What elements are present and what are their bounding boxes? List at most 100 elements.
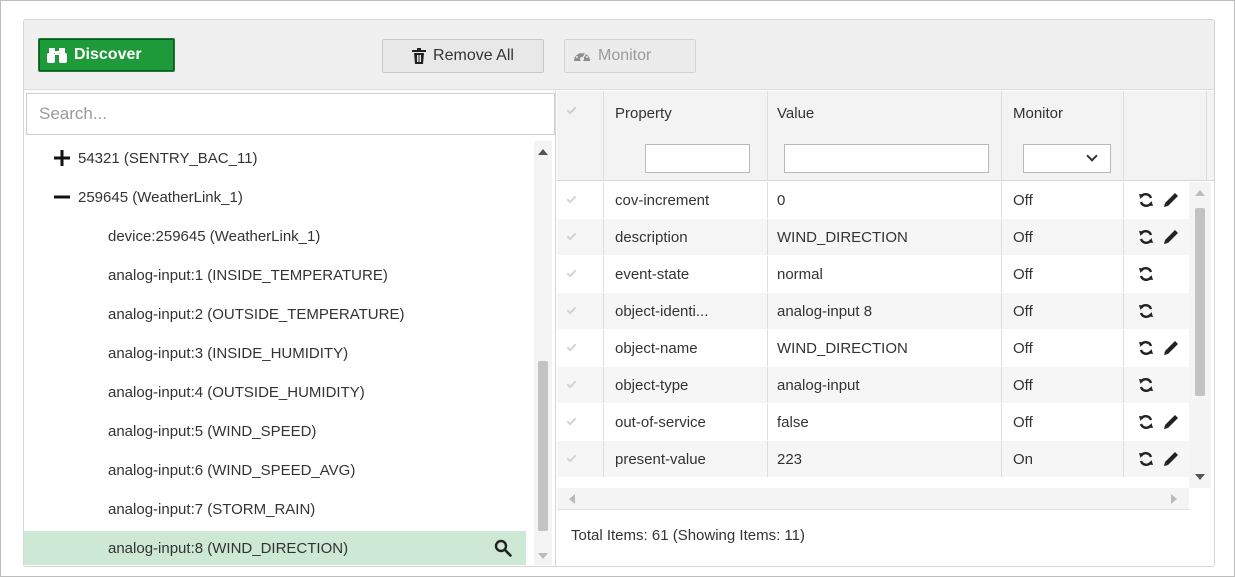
value-cell: analog-input 8 (777, 302, 873, 320)
tree-item[interactable]: device:259645 (WeatherLink_1) (24, 219, 526, 253)
refresh-icon[interactable] (1138, 330, 1154, 366)
binoculars-icon (47, 46, 67, 64)
dashboard-icon (573, 48, 591, 64)
table-row[interactable]: object-identi... analog-input 8 Off (557, 293, 1189, 329)
pencil-icon[interactable] (1163, 182, 1179, 218)
grid-horizontal-scrollbar[interactable] (557, 488, 1189, 510)
column-divider (1001, 367, 1002, 403)
tree-item[interactable]: analog-input:3 (INSIDE_HUMIDITY) (24, 336, 526, 370)
scroll-up-arrow[interactable] (1195, 190, 1205, 196)
scroll-up-arrow[interactable] (538, 149, 548, 155)
monitor-cell: Off (1013, 302, 1033, 320)
pencil-icon[interactable] (1163, 330, 1179, 366)
property-cell: object-type (615, 376, 689, 394)
refresh-icon[interactable] (1138, 256, 1154, 292)
tree-scrollbar[interactable] (534, 141, 552, 565)
monitor-column-header[interactable]: Monitor (1013, 105, 1063, 122)
row-check-icon[interactable] (566, 193, 577, 204)
scroll-down-arrow[interactable] (1195, 474, 1205, 480)
grid-header: Property Value Monitor (557, 91, 1214, 181)
monitor-button[interactable]: Monitor (564, 39, 696, 73)
property-cell: event-state (615, 265, 690, 283)
row-check-icon[interactable] (566, 452, 577, 463)
table-row[interactable]: object-type analog-input Off (557, 367, 1189, 403)
row-check-icon[interactable] (566, 415, 577, 426)
refresh-icon[interactable] (1138, 293, 1154, 329)
grid-vertical-scrollbar[interactable] (1189, 182, 1211, 488)
tree-item-label: analog-input:6 (WIND_SPEED_AVG) (108, 461, 356, 479)
table-row[interactable]: out-of-service false Off (557, 404, 1189, 440)
row-check-icon[interactable] (566, 304, 577, 315)
device-tree: 54321 (SENTRY_BAC_11) 259645 (WeatherLink… (24, 141, 536, 566)
column-divider (603, 404, 604, 440)
pencil-icon[interactable] (1163, 404, 1179, 440)
column-divider (1123, 293, 1124, 329)
refresh-icon[interactable] (1138, 441, 1154, 477)
column-divider (767, 441, 768, 477)
column-divider (1001, 441, 1002, 477)
tree-item-label: 54321 (SENTRY_BAC_11) (78, 149, 258, 167)
property-cell: description (615, 228, 688, 246)
property-cell: cov-increment (615, 191, 710, 209)
discover-button[interactable]: Discover (38, 38, 175, 72)
property-filter-input[interactable] (645, 144, 750, 173)
table-row[interactable]: event-state normal Off (557, 256, 1189, 292)
chevron-down-icon (1086, 150, 1098, 162)
search-input[interactable] (26, 93, 555, 135)
pencil-icon[interactable] (1163, 219, 1179, 255)
property-cell: object-name (615, 339, 698, 357)
column-divider (1123, 404, 1124, 440)
remove-all-button[interactable]: Remove All (382, 39, 544, 73)
refresh-icon[interactable] (1138, 219, 1154, 255)
scroll-left-arrow[interactable] (569, 494, 575, 504)
tree-item[interactable]: analog-input:4 (OUTSIDE_HUMIDITY) (24, 375, 526, 409)
monitor-filter-select[interactable] (1023, 144, 1111, 173)
table-row[interactable]: cov-increment 0 Off (557, 182, 1189, 218)
tree-item[interactable]: analog-input:2 (OUTSIDE_TEMPERATURE) (24, 297, 526, 331)
device-tree-panel: 54321 (SENTRY_BAC_11) 259645 (WeatherLink… (24, 91, 556, 566)
tree-item[interactable]: analog-input:1 (INSIDE_TEMPERATURE) (24, 258, 526, 292)
tree-item[interactable]: analog-input:6 (WIND_SPEED_AVG) (24, 453, 526, 487)
scroll-thumb[interactable] (538, 361, 548, 531)
row-check-icon[interactable] (566, 267, 577, 278)
collapse-minus-icon[interactable] (52, 189, 72, 205)
column-divider (603, 367, 604, 403)
scroll-right-arrow[interactable] (1171, 494, 1177, 504)
search-icon[interactable] (494, 539, 512, 561)
value-cell: 223 (777, 450, 803, 468)
column-divider (1123, 256, 1124, 292)
value-filter-input[interactable] (784, 144, 989, 173)
tree-item[interactable]: analog-input:8 (WIND_DIRECTION) (24, 531, 526, 565)
expand-plus-icon[interactable] (52, 150, 72, 166)
column-divider (767, 219, 768, 255)
column-divider (1001, 256, 1002, 292)
tree-item-label: analog-input:2 (OUTSIDE_TEMPERATURE) (108, 305, 405, 323)
column-divider (767, 91, 768, 181)
value-column-header[interactable]: Value (777, 105, 814, 122)
tree-item-label: device:259645 (WeatherLink_1) (108, 227, 321, 245)
column-divider (1123, 219, 1124, 255)
tree-item[interactable]: 54321 (SENTRY_BAC_11) (24, 141, 526, 175)
select-all-check-icon[interactable] (566, 104, 577, 115)
row-check-icon[interactable] (566, 341, 577, 352)
refresh-icon[interactable] (1138, 367, 1154, 403)
scroll-thumb[interactable] (1195, 208, 1205, 396)
table-row[interactable]: description WIND_DIRECTION Off (557, 219, 1189, 255)
tree-item[interactable]: 259645 (WeatherLink_1) (24, 180, 526, 214)
refresh-icon[interactable] (1138, 404, 1154, 440)
refresh-icon[interactable] (1138, 182, 1154, 218)
table-row[interactable]: present-value 223 On (557, 441, 1189, 477)
toolbar: Discover Remove All Monitor (24, 20, 1214, 90)
scroll-down-arrow[interactable] (538, 553, 548, 559)
pencil-icon[interactable] (1163, 441, 1179, 477)
column-divider (767, 367, 768, 403)
tree-item[interactable]: analog-input:5 (WIND_SPEED) (24, 414, 526, 448)
column-divider (767, 293, 768, 329)
table-row[interactable]: object-name WIND_DIRECTION Off (557, 330, 1189, 366)
monitor-cell: Off (1013, 265, 1033, 283)
property-column-header[interactable]: Property (615, 105, 672, 122)
row-check-icon[interactable] (566, 230, 577, 241)
monitor-cell: Off (1013, 191, 1033, 209)
row-check-icon[interactable] (566, 378, 577, 389)
tree-item[interactable]: analog-input:7 (STORM_RAIN) (24, 492, 526, 526)
